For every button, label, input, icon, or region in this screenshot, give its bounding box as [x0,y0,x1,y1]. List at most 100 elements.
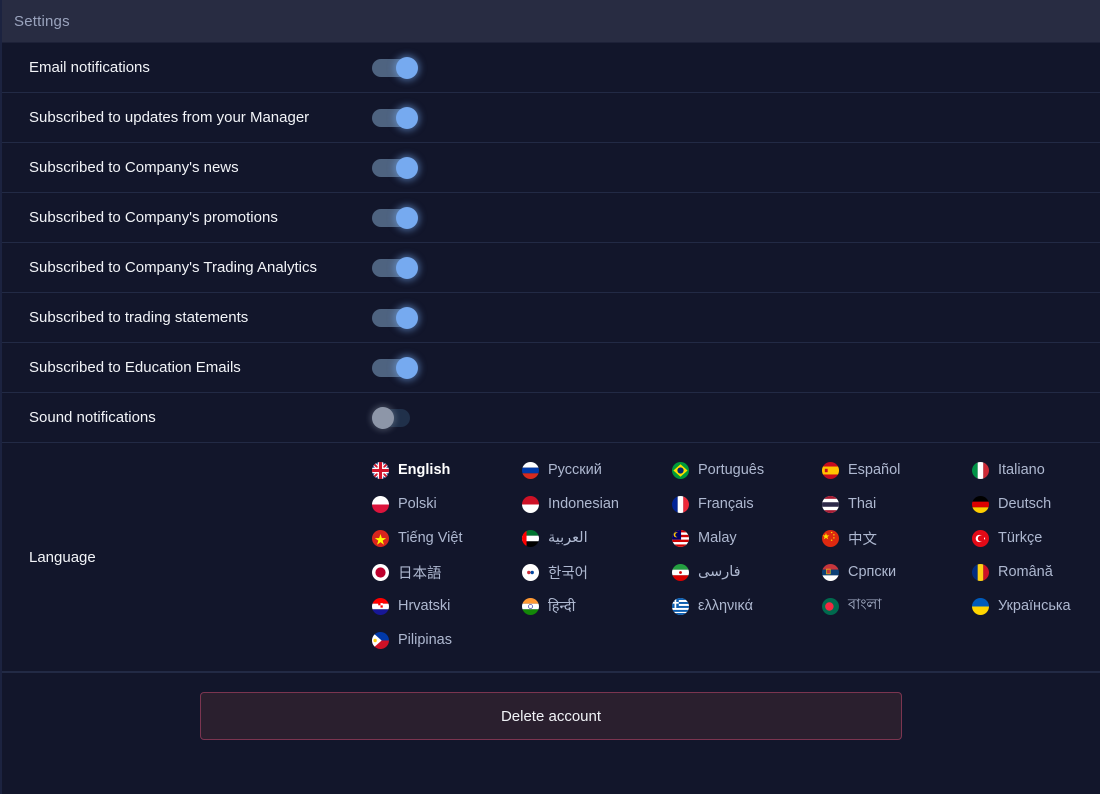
language-option[interactable]: Pilipinas [372,623,522,657]
setting-control [372,156,1100,179]
setting-label: Email notifications [29,59,150,76]
flag-uk-icon [372,461,389,479]
language-option-label: العربية [548,530,588,546]
toggle-knob [396,256,418,279]
language-option[interactable]: हिन्दी [522,589,672,623]
flag-southkorea-icon [522,563,539,581]
language-option[interactable]: Indonesian [522,487,672,521]
page-footer: Delete account [2,672,1100,740]
language-option[interactable]: Malay [672,521,822,555]
toggle-switch[interactable] [372,206,418,229]
language-option-label: ελληνικά [698,598,753,614]
toggle-switch[interactable] [372,156,418,179]
delete-account-button[interactable]: Delete account [200,692,902,740]
language-option[interactable]: Српски [822,555,972,589]
language-option-label: Pilipinas [398,632,452,648]
flag-croatia-icon [372,597,389,615]
language-option-label: Indonesian [548,496,619,512]
setting-control [372,306,1100,329]
language-option[interactable]: Thai [822,487,972,521]
setting-label: Subscribed to Company's news [29,159,239,176]
language-option[interactable]: Tiếng Việt [372,521,522,555]
toggle-knob [396,56,418,79]
toggle-switch[interactable] [372,356,418,379]
toggle-switch[interactable] [372,56,418,79]
setting-row: Subscribed to Company's news [2,143,1100,193]
setting-row: Subscribed to Company's Trading Analytic… [2,243,1100,293]
language-option-label: Français [698,496,754,512]
setting-row: Subscribed to updates from your Manager [2,93,1100,143]
language-grid-spacer [972,623,1100,657]
setting-label: Subscribed to Education Emails [29,359,241,376]
language-option-label: Hrvatski [398,598,451,614]
language-option[interactable]: Português [672,453,822,487]
setting-control [372,406,1100,429]
language-option[interactable]: Hrvatski [372,589,522,623]
flag-malaysia-icon [672,529,689,547]
language-grid-spacer [522,623,672,657]
language-option-label: Polski [398,496,437,512]
setting-label: Subscribed to updates from your Manager [29,109,310,126]
language-option[interactable]: 中文 [822,521,972,555]
language-option[interactable]: Italiano [972,453,1100,487]
setting-label: Sound notifications [29,409,156,426]
toggle-switch[interactable] [372,256,418,279]
setting-label: Subscribed to Company's promotions [29,209,278,226]
language-option-label: Español [848,462,901,478]
setting-control [372,106,1100,129]
language-option[interactable]: Polski [372,487,522,521]
setting-row: Subscribed to Company's promotions [2,193,1100,243]
language-option[interactable]: العربية [522,521,672,555]
language-option-label: বাংলা [848,597,882,613]
language-option[interactable]: Русский [522,453,672,487]
flag-indonesia-icon [522,495,539,513]
toggle-switch[interactable] [372,306,418,329]
flag-thailand-icon [822,495,839,513]
setting-label: Subscribed to trading statements [29,309,249,326]
setting-control [372,206,1100,229]
toggle-switch[interactable] [372,106,418,129]
language-label: Language [29,548,96,566]
language-option[interactable]: فارسی [672,555,822,589]
language-option[interactable]: 한국어 [522,555,672,589]
flag-brazil-icon [672,461,689,479]
language-option[interactable]: Українська [972,589,1100,623]
flag-china-icon [822,529,839,547]
flag-vietnam-icon [372,529,389,547]
language-option[interactable]: Français [672,487,822,521]
flag-turkey-icon [972,529,989,547]
language-option-label: 한국어 [548,565,589,582]
flag-japan-icon [372,563,389,581]
language-option[interactable]: বাংলা [822,589,972,623]
flag-india-icon [522,597,539,615]
language-option-label: Malay [698,530,737,546]
language-grid: English Русский Português Español Italiano Po… [372,443,1100,671]
language-option[interactable]: Română [972,555,1100,589]
language-option-label: Italiano [998,462,1045,478]
language-option[interactable]: ελληνικά [672,589,822,623]
setting-control [372,56,1100,79]
flag-romania-icon [972,563,989,581]
language-option-label: हिन्दी [548,599,576,615]
toggle-knob [372,406,394,429]
page-title: Settings [14,12,70,30]
setting-row: Sound notifications [2,393,1100,443]
flag-bangladesh-icon [822,597,839,615]
toggle-switch[interactable] [372,406,417,429]
language-option-label: Српски [848,564,897,580]
language-option-label: 日本語 [398,565,442,582]
flag-philippines-icon [372,631,389,649]
toggle-knob [396,156,418,179]
flag-serbia-icon [822,563,839,581]
language-option[interactable]: Español [822,453,972,487]
flag-greece-icon [672,597,689,615]
language-option-label: Українська [998,598,1071,614]
language-option-label: فارسی [698,564,741,580]
language-option[interactable]: Deutsch [972,487,1100,521]
language-option[interactable]: Türkçe [972,521,1100,555]
flag-ukraine-icon [972,597,989,615]
language-option[interactable]: 日本語 [372,555,522,589]
language-option[interactable]: English [372,453,522,487]
flag-iran-icon [672,563,689,581]
settings-rows: Email notifications Subscribed to updates… [2,43,1100,443]
